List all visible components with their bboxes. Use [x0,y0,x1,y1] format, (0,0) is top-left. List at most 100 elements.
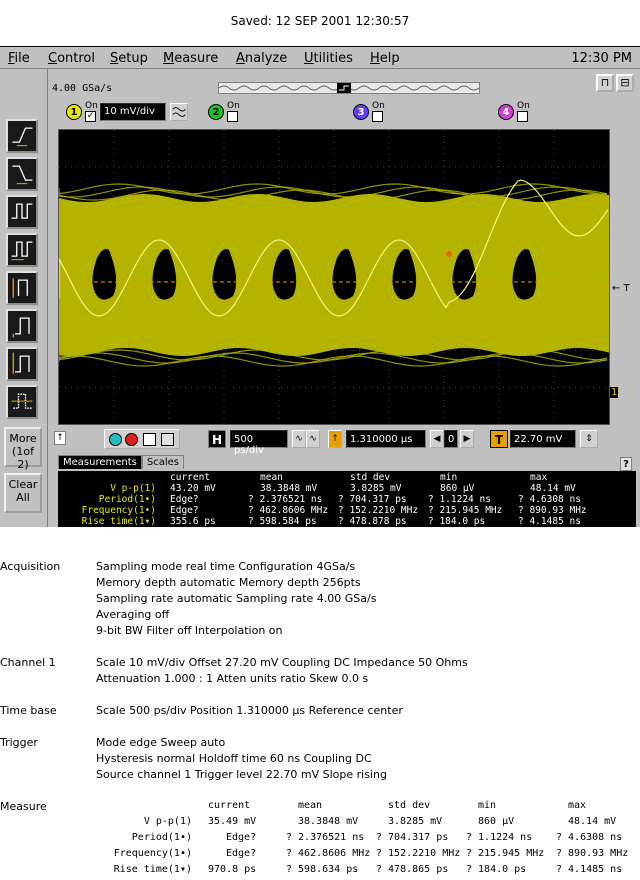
vmax-icon[interactable] [6,309,38,343]
channel-1-scale-spinner-icon[interactable] [170,103,188,121]
menu-control[interactable]: Control [48,51,95,66]
measure-max: ? 890.93 MHz [556,848,629,859]
col-min: min [440,472,458,483]
tab-scales[interactable]: Scales [141,455,184,469]
measurement-std: ? 152.2210 MHz [338,505,419,516]
measurement-row[interactable]: Rise time(1▾) 355.6 ps ? 598.584 ps ? 47… [58,516,636,527]
timebase-label: Time base [0,704,57,717]
memory-bar[interactable] [218,82,480,94]
amplitude-icon[interactable] [6,271,38,305]
timebase-fine-icon[interactable]: ∿ [306,430,320,448]
timebase-field[interactable]: 500 ps/div [230,430,288,456]
delay-left-icon[interactable]: ◀ [430,430,444,448]
vmin-icon[interactable] [6,347,38,381]
measurement-min: ? 1.1224 ns [428,494,491,505]
menu-bar: File Control Setup Measure Analyze Utili… [0,47,640,69]
position-field[interactable]: 1.310000 µs [346,430,426,448]
channel1-line: Scale 10 mV/div Offset 27.20 mV Coupling… [96,656,468,669]
falling-edge-icon[interactable] [6,157,38,191]
channel-1-scale-field[interactable]: 10 mV/div [100,103,166,121]
tab-measurements[interactable]: Measurements [58,455,142,469]
trigger-level-marker[interactable]: ← T [612,283,630,294]
horizontal-controls: H 500 ps/div ∿ ∿ ↑ 1.310000 µs ◀ 0 ▶ T 2… [48,427,640,456]
channel-3-badge[interactable]: 3 [353,104,369,120]
run-control-group [104,429,180,449]
trigger-level-field[interactable]: 22.70 mV [510,430,576,448]
measure-label: Measure [0,800,47,813]
measurement-std: 3.8285 mV [350,483,402,494]
measurement-current: 355.6 ps [170,516,216,527]
eye-diagram [59,130,609,424]
print-icon[interactable] [161,433,174,446]
channel-4-badge[interactable]: 4 [498,104,514,120]
oscilloscope-window: File Control Setup Measure Analyze Utili… [0,46,640,527]
delay-right-icon[interactable]: ▶ [460,430,474,448]
channel-2-checkbox[interactable] [227,111,238,122]
menu-utilities[interactable]: Utilities [304,51,353,66]
measure-col-mean: mean [298,800,323,811]
more-button[interactable]: More (1of 2) [4,427,42,471]
measurement-std: ? 704.317 ps [338,494,407,505]
channel-1-on-label: On [85,101,98,111]
measurement-current: 43.20 mV [170,483,216,494]
main-area: 4.00 GSa/s ⊓ ⊟ 1 On ✓ 10 mV/div 2 On 3 O… [48,69,640,527]
channel-row: 1 On ✓ 10 mV/div 2 On 3 On 4 On [48,101,640,123]
single-screen-icon[interactable]: ⊓ [596,74,614,92]
channel-4-checkbox[interactable] [517,111,528,122]
menu-setup[interactable]: Setup [110,51,148,66]
pulse-width-icon[interactable] [6,195,38,229]
measurement-row[interactable]: Frequency(1•) Edge? ? 462.8606 MHz ? 152… [58,505,636,516]
measurement-max: ? 4.1485 ns [518,516,581,527]
horizontal-button[interactable]: H [208,430,226,448]
menu-analyze[interactable]: Analyze [236,51,287,66]
measurement-panel: current mean std dev min max V p-p(1) 43… [58,471,636,527]
measure-current: 35.49 mV [208,816,257,827]
menu-file[interactable]: File [8,51,30,66]
measurement-min: ? 184.0 ps [428,516,486,527]
measure-col-std: std dev [388,800,431,811]
measure-min: ? 184.0 ps [466,864,527,875]
channel-1-ground-marker[interactable]: 1 [610,387,619,398]
timebase-section: Time base Scale 500 ps/div Position 1.31… [0,704,640,720]
waveform-display[interactable] [58,129,610,425]
measure-current: Edge? [226,832,257,843]
measurement-mean: ? 598.584 ps [248,516,317,527]
measurement-max: ? 4.6308 ns [518,494,581,505]
more-label: More [9,432,37,445]
measurement-row[interactable]: V p-p(1) 43.20 mV 38.3848 mV 3.8285 mV 8… [58,483,636,494]
menu-help[interactable]: Help [370,51,400,66]
measure-col-current: current [208,800,251,811]
channel-3-checkbox[interactable] [372,111,383,122]
measure-col-max: max [568,800,587,811]
measurement-current: Edge? [170,494,199,505]
measure-max: ? 4.1485 ns [556,864,623,875]
left-toolbar: More (1of 2) Clear All [0,69,48,527]
help-icon[interactable]: ? [620,457,632,471]
measure-std: 3.8285 mV [388,816,443,827]
delay-marker-icon[interactable]: ↑ [328,430,342,448]
measure-header-row: Measure current mean std dev min max [0,800,640,815]
measurement-row[interactable]: Period(1•) Edge? ? 2.376521 ns ? 704.317… [58,494,636,505]
measure-min: 860 µV [478,816,515,827]
split-screen-icon[interactable]: ⊟ [616,74,634,92]
run-icon[interactable] [109,433,122,446]
timebase-coarse-icon[interactable]: ∿ [292,430,306,448]
autoscale-icon[interactable] [143,433,156,446]
rising-edge-icon[interactable] [6,119,38,153]
clear-all-button[interactable]: Clear All [4,473,42,513]
stop-icon[interactable] [125,433,138,446]
measure-min: ? 1.1224 ns [466,832,533,843]
menu-measure[interactable]: Measure [163,51,218,66]
delay-zero-field[interactable]: 0 [444,430,458,448]
trigger-button[interactable]: T [490,430,508,448]
measurement-mean: ? 462.8606 MHz [248,505,329,516]
trigger-level-spinner-icon[interactable]: ⇕ [580,430,598,448]
channel1-label: Channel 1 [0,656,56,669]
vavg-icon[interactable] [6,385,38,419]
period-icon[interactable] [6,233,38,267]
measure-max: ? 4.6308 ns [556,832,623,843]
channel-1-badge[interactable]: 1 [66,104,82,120]
col-std-dev: std dev [350,472,391,483]
channel-1-checkbox[interactable]: ✓ [85,111,96,122]
channel-2-badge[interactable]: 2 [208,104,224,120]
